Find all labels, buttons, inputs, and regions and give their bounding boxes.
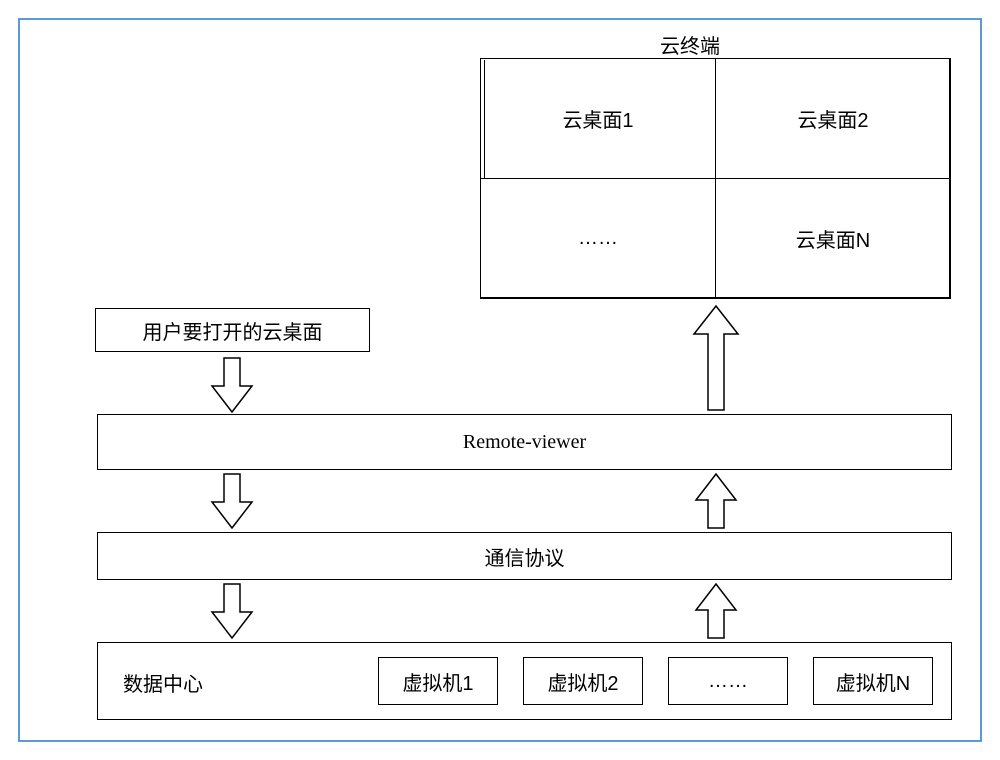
cloud-desktop-ellipsis: …… [480, 178, 716, 299]
arrow-up-2 [694, 472, 738, 530]
datacenter-label: 数据中心 [123, 668, 203, 697]
cloud-terminal-grid: 云桌面1 云桌面2 …… 云桌面N [480, 58, 950, 298]
grid-double-line [484, 60, 485, 178]
vm-n: 虚拟机N [813, 657, 933, 705]
cloud-desktop-2: 云桌面2 [715, 58, 951, 179]
arrow-up-3 [694, 582, 738, 640]
arrow-up-1 [692, 304, 740, 412]
arrow-down-3 [210, 582, 254, 640]
cloud-desktop-n: 云桌面N [715, 178, 951, 299]
vm-2: 虚拟机2 [523, 657, 643, 705]
cloud-desktop-1: 云桌面1 [480, 58, 716, 179]
diagram-frame: 云终端 云桌面1 云桌面2 …… 云桌面N 用户要打开的云桌面 Remote-v… [18, 18, 982, 742]
arrow-down-1 [210, 356, 254, 414]
vm-1: 虚拟机1 [378, 657, 498, 705]
protocol-box: 通信协议 [97, 532, 952, 580]
datacenter-box: 数据中心 虚拟机1 虚拟机2 …… 虚拟机N [97, 642, 952, 720]
vm-ellipsis: …… [668, 657, 788, 705]
remote-viewer-box: Remote-viewer [97, 414, 952, 470]
cloud-terminal-title: 云终端 [630, 30, 750, 59]
user-request-box: 用户要打开的云桌面 [95, 308, 370, 352]
arrow-down-2 [210, 472, 254, 530]
